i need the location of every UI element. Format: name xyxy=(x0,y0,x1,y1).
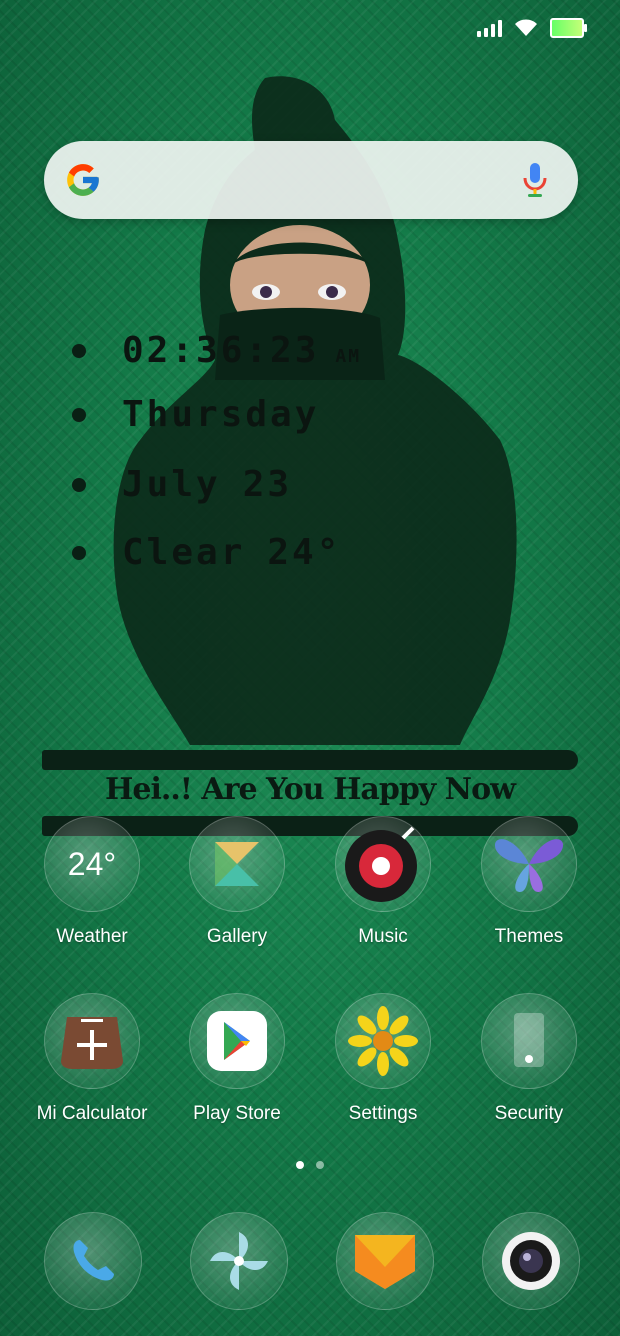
page-dot-active xyxy=(296,1161,304,1169)
butterfly-icon xyxy=(481,816,577,912)
app-music[interactable]: Music xyxy=(313,816,453,948)
dock-pinwheel[interactable] xyxy=(190,1212,288,1310)
app-settings[interactable]: Settings xyxy=(313,993,453,1125)
dock-phone[interactable] xyxy=(44,1212,142,1310)
app-label: Security xyxy=(494,1103,564,1124)
messages-icon xyxy=(355,1235,415,1289)
clock-day: Thursday xyxy=(122,394,320,435)
app-label: Themes xyxy=(494,926,564,947)
app-label: Gallery xyxy=(206,926,268,947)
gallery-icon xyxy=(189,816,285,912)
page-dot xyxy=(316,1161,324,1169)
weather-condition: Clear xyxy=(122,532,246,573)
bullet-dot xyxy=(72,407,86,422)
dock-camera[interactable] xyxy=(482,1212,580,1310)
weather-icon: 24° xyxy=(44,816,140,912)
search-bar[interactable] xyxy=(44,141,578,219)
microphone-icon[interactable] xyxy=(522,161,548,199)
banner-text: Hei..! Are You Happy Now xyxy=(105,772,516,807)
pinwheel-icon xyxy=(210,1232,268,1290)
app-themes[interactable]: Themes xyxy=(459,816,599,948)
weather-icon-temp: 24° xyxy=(67,845,117,882)
app-label: Weather xyxy=(56,926,128,947)
camera-icon xyxy=(502,1232,560,1290)
app-label: Music xyxy=(358,926,408,947)
play-store-icon xyxy=(189,993,285,1089)
bullet-dot xyxy=(72,343,86,358)
security-icon xyxy=(481,993,577,1089)
weather-temperature: 24° xyxy=(267,532,342,573)
app-gallery[interactable]: Gallery xyxy=(167,816,307,948)
sunflower-icon xyxy=(335,993,431,1089)
clock-ampm: AM xyxy=(335,346,362,367)
phone-icon xyxy=(73,1240,114,1281)
app-play-store[interactable]: Play Store xyxy=(167,993,307,1125)
banner-strip-top xyxy=(42,750,578,770)
app-security[interactable]: Security xyxy=(459,993,599,1125)
signal-icon xyxy=(477,19,502,37)
google-g-icon xyxy=(67,164,99,196)
clock-month: July xyxy=(122,464,221,505)
music-icon xyxy=(335,816,431,912)
dock-messages[interactable] xyxy=(336,1212,434,1310)
status-bar xyxy=(0,0,620,56)
battery-icon xyxy=(550,18,587,38)
app-label: Settings xyxy=(348,1103,418,1124)
app-label: Mi Calculator xyxy=(36,1103,148,1124)
bullet-dot xyxy=(72,477,86,492)
app-weather[interactable]: 24° Weather xyxy=(22,816,162,948)
clock-date: 23 xyxy=(242,464,293,505)
wallpaper-figure xyxy=(113,76,517,745)
bullet-dot xyxy=(72,545,86,560)
calculator-icon xyxy=(44,993,140,1089)
app-mi-calculator[interactable]: Mi Calculator xyxy=(22,993,162,1125)
app-label: Play Store xyxy=(193,1103,281,1124)
page-indicator xyxy=(0,1161,620,1169)
clock-time: 02:36:23 xyxy=(122,330,320,371)
wifi-icon xyxy=(515,19,537,36)
